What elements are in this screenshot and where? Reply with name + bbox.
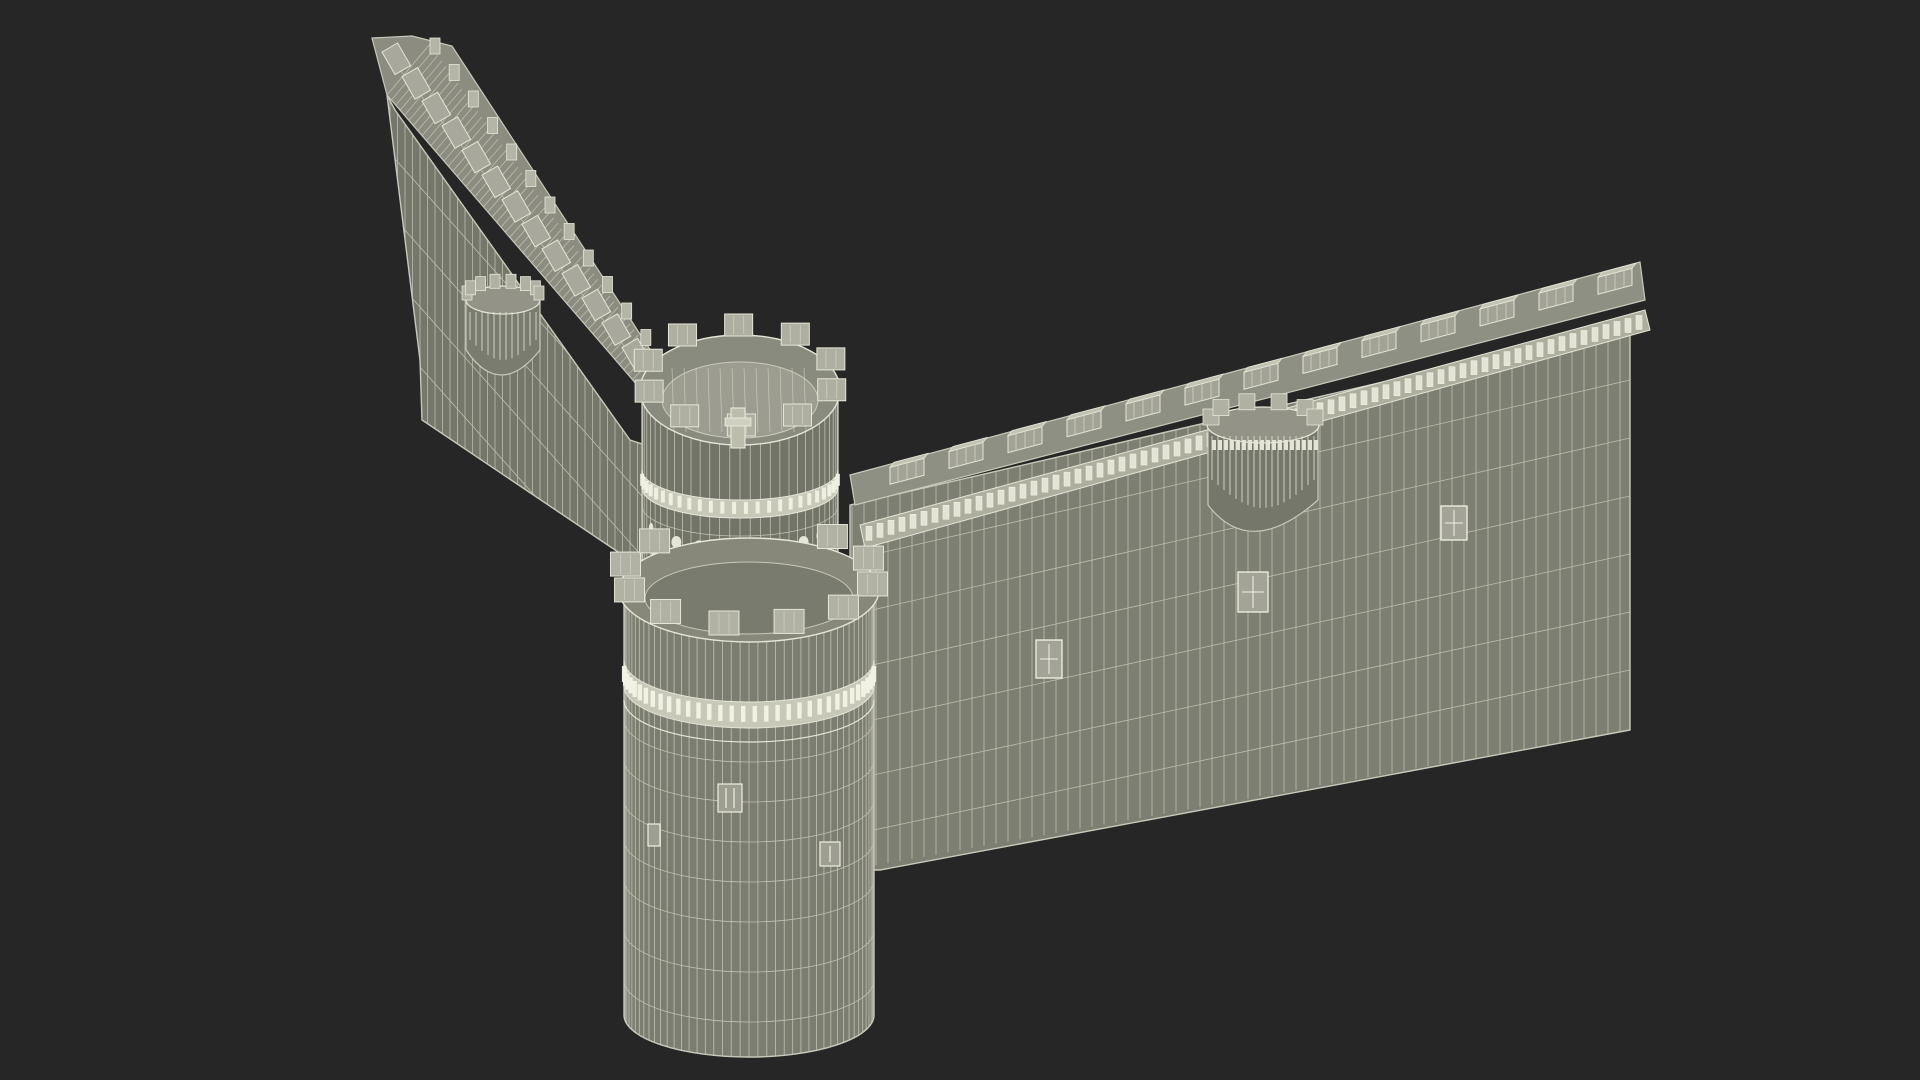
corner-tower [610, 524, 888, 1058]
right-bartizan [1202, 393, 1324, 532]
right-wall [849, 261, 1651, 871]
castle-wireframe-render [0, 0, 1920, 1080]
left-bartizan [461, 273, 545, 376]
castle-wireframe-svg [371, 35, 1651, 1058]
